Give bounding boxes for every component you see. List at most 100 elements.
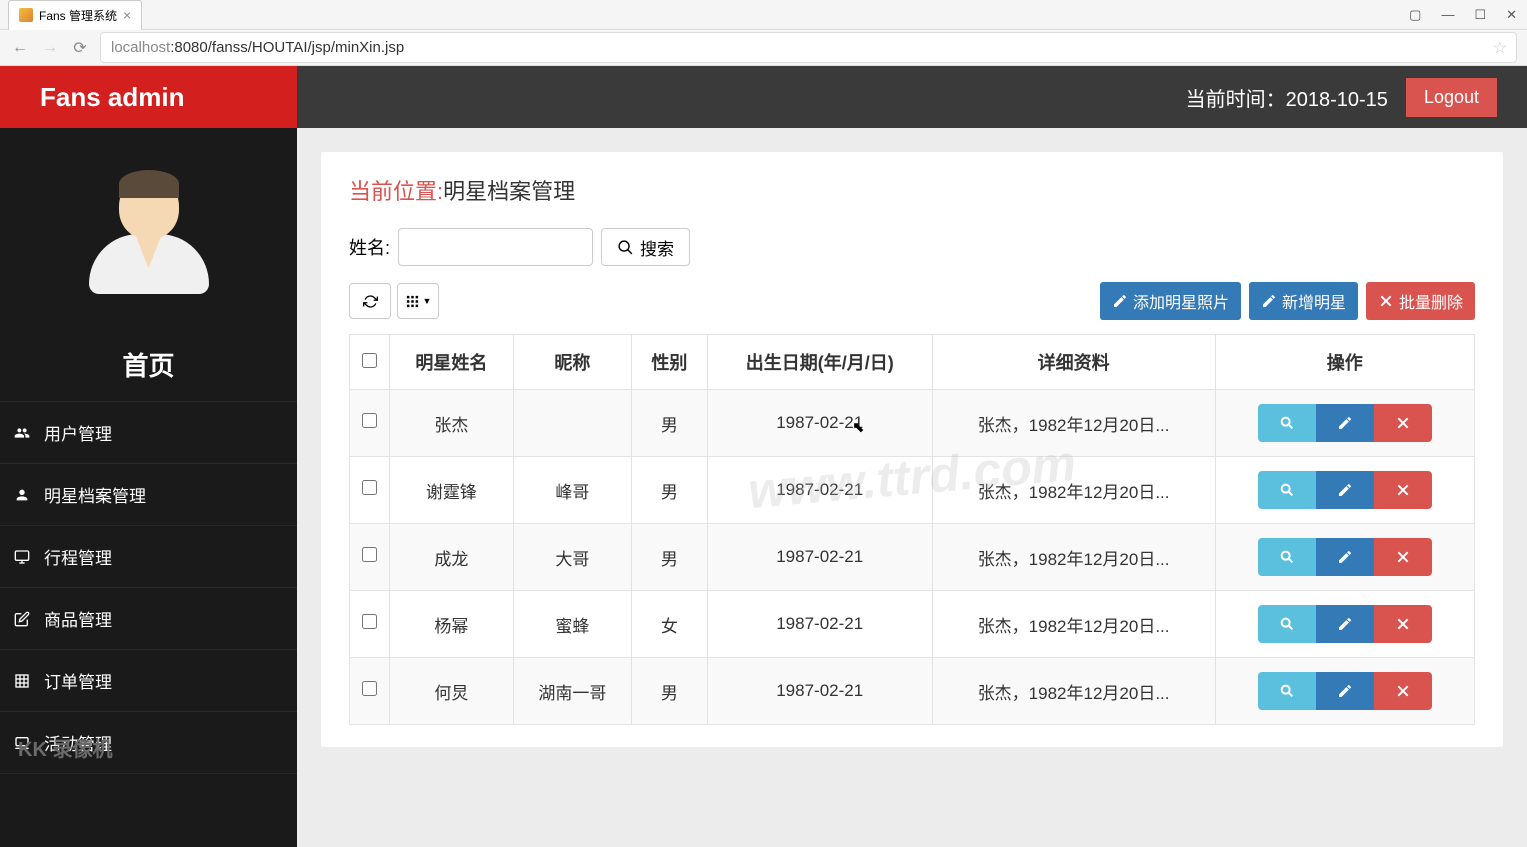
refresh-button[interactable] bbox=[349, 283, 391, 319]
forward-icon[interactable]: → bbox=[40, 38, 60, 58]
tab-close-icon[interactable]: × bbox=[123, 7, 131, 23]
edit-button[interactable] bbox=[1316, 471, 1374, 509]
sidebar-item-label: 用户管理 bbox=[44, 420, 112, 445]
cell-nick: 湖南一哥 bbox=[513, 658, 631, 725]
search-input[interactable] bbox=[398, 228, 593, 266]
cell-name: 何炅 bbox=[390, 658, 514, 725]
kk-recorder-watermark: KK 录像机 bbox=[18, 733, 112, 762]
view-button[interactable] bbox=[1258, 538, 1316, 576]
edit-button[interactable] bbox=[1316, 404, 1374, 442]
browser-tab[interactable]: Fans 管理系统 × bbox=[8, 0, 142, 30]
row-checkbox[interactable] bbox=[362, 614, 377, 629]
sidebar-item-2[interactable]: 行程管理 bbox=[0, 526, 297, 588]
cell-gender: 男 bbox=[632, 390, 708, 457]
tab-favicon bbox=[19, 8, 33, 22]
sidebar: 首页 用户管理明星档案管理行程管理商品管理订单管理活动管理 KK 录像机 bbox=[0, 128, 297, 847]
bookmark-star-icon[interactable]: ☆ bbox=[1493, 38, 1507, 58]
sidebar-item-label: 行程管理 bbox=[44, 544, 112, 569]
view-button[interactable] bbox=[1258, 404, 1316, 442]
search-button[interactable]: 搜索 bbox=[601, 228, 690, 266]
table-header: 昵称 bbox=[513, 335, 631, 390]
sidebar-item-label: 订单管理 bbox=[44, 668, 112, 693]
sidebar-item-0[interactable]: 用户管理 bbox=[0, 402, 297, 464]
users-icon bbox=[12, 425, 32, 441]
table-header: 明星姓名 bbox=[390, 335, 514, 390]
cell-detail: 张杰，1982年12月20日... bbox=[932, 524, 1215, 591]
header-time: 当前时间：2018-10-15 bbox=[1186, 83, 1388, 112]
edit-icon bbox=[12, 611, 32, 627]
data-table: 明星姓名昵称性别出生日期(年/月/日)详细资料操作 张杰男1987-02-21张… bbox=[349, 334, 1475, 725]
main-content: www.ttrd.com 当前位置:明星档案管理 姓名: 搜索 bbox=[297, 128, 1527, 847]
grid-icon bbox=[12, 673, 32, 689]
reload-icon[interactable]: ⟳ bbox=[70, 38, 90, 58]
back-icon[interactable]: ← bbox=[10, 38, 30, 58]
cell-gender: 女 bbox=[632, 591, 708, 658]
cell-gender: 男 bbox=[632, 524, 708, 591]
url-input[interactable]: localhost:8080/fanss/HOUTAI/jsp/minXin.j… bbox=[100, 32, 1517, 63]
cell-nick: 大哥 bbox=[513, 524, 631, 591]
table-header: 操作 bbox=[1215, 335, 1474, 390]
cell-nick bbox=[513, 390, 631, 457]
window-minimize-icon[interactable]: — bbox=[1441, 7, 1454, 23]
row-checkbox[interactable] bbox=[362, 480, 377, 495]
avatar bbox=[0, 148, 297, 328]
app-header: Fans admin 当前时间：2018-10-15 Logout bbox=[0, 66, 1527, 128]
user-icon[interactable]: ▢ bbox=[1409, 7, 1421, 23]
table-row: 何炅湖南一哥男1987-02-21张杰，1982年12月20日... bbox=[350, 658, 1475, 725]
table-row: 谢霆锋峰哥男1987-02-21张杰，1982年12月20日... bbox=[350, 457, 1475, 524]
delete-button[interactable] bbox=[1374, 672, 1432, 710]
add-photo-button[interactable]: 添加明星照片 bbox=[1100, 282, 1241, 320]
grid-view-button[interactable]: ▼ bbox=[397, 283, 439, 319]
edit-button[interactable] bbox=[1316, 605, 1374, 643]
edit-button[interactable] bbox=[1316, 538, 1374, 576]
tab-title: Fans 管理系统 bbox=[39, 7, 117, 24]
sidebar-item-4[interactable]: 订单管理 bbox=[0, 650, 297, 712]
select-all-checkbox[interactable] bbox=[362, 353, 377, 368]
row-checkbox[interactable] bbox=[362, 681, 377, 696]
pencil-icon bbox=[1112, 293, 1128, 309]
pencil-icon bbox=[1261, 293, 1277, 309]
user-icon bbox=[12, 487, 32, 503]
delete-button[interactable] bbox=[1374, 471, 1432, 509]
cell-birth: 1987-02-21 bbox=[707, 390, 932, 457]
breadcrumb: 当前位置:明星档案管理 bbox=[349, 174, 1475, 206]
row-checkbox[interactable] bbox=[362, 547, 377, 562]
view-button[interactable] bbox=[1258, 672, 1316, 710]
search-label: 姓名: bbox=[349, 234, 390, 260]
sidebar-home[interactable]: 首页 bbox=[0, 328, 297, 402]
monitor-icon bbox=[12, 549, 32, 565]
browser-tab-bar: Fans 管理系统 × ▢ — ☐ ✕ bbox=[0, 0, 1527, 30]
search-icon bbox=[617, 239, 634, 256]
batch-delete-button[interactable]: 批量删除 bbox=[1366, 282, 1475, 320]
refresh-icon bbox=[363, 294, 378, 309]
delete-button[interactable] bbox=[1374, 404, 1432, 442]
cell-name: 成龙 bbox=[390, 524, 514, 591]
table-row: 张杰男1987-02-21张杰，1982年12月20日... bbox=[350, 390, 1475, 457]
cell-nick: 峰哥 bbox=[513, 457, 631, 524]
view-button[interactable] bbox=[1258, 605, 1316, 643]
delete-button[interactable] bbox=[1374, 605, 1432, 643]
window-close-icon[interactable]: ✕ bbox=[1506, 7, 1517, 23]
cell-birth: 1987-02-21 bbox=[707, 457, 932, 524]
table-header: 出生日期(年/月/日) bbox=[707, 335, 932, 390]
logo[interactable]: Fans admin bbox=[0, 66, 297, 128]
edit-button[interactable] bbox=[1316, 672, 1374, 710]
table-row: 成龙大哥男1987-02-21张杰，1982年12月20日... bbox=[350, 524, 1475, 591]
cell-gender: 男 bbox=[632, 658, 708, 725]
sidebar-item-label: 商品管理 bbox=[44, 606, 112, 631]
sidebar-item-1[interactable]: 明星档案管理 bbox=[0, 464, 297, 526]
delete-button[interactable] bbox=[1374, 538, 1432, 576]
cell-name: 谢霆锋 bbox=[390, 457, 514, 524]
cell-gender: 男 bbox=[632, 457, 708, 524]
table-header: 详细资料 bbox=[932, 335, 1215, 390]
sidebar-item-3[interactable]: 商品管理 bbox=[0, 588, 297, 650]
cell-birth: 1987-02-21 bbox=[707, 658, 932, 725]
logout-button[interactable]: Logout bbox=[1406, 78, 1497, 117]
view-button[interactable] bbox=[1258, 471, 1316, 509]
window-maximize-icon[interactable]: ☐ bbox=[1474, 7, 1486, 23]
row-checkbox[interactable] bbox=[362, 413, 377, 428]
cell-nick: 蜜蜂 bbox=[513, 591, 631, 658]
sidebar-item-label: 明星档案管理 bbox=[44, 482, 146, 507]
cell-detail: 张杰，1982年12月20日... bbox=[932, 591, 1215, 658]
add-star-button[interactable]: 新增明星 bbox=[1249, 282, 1358, 320]
